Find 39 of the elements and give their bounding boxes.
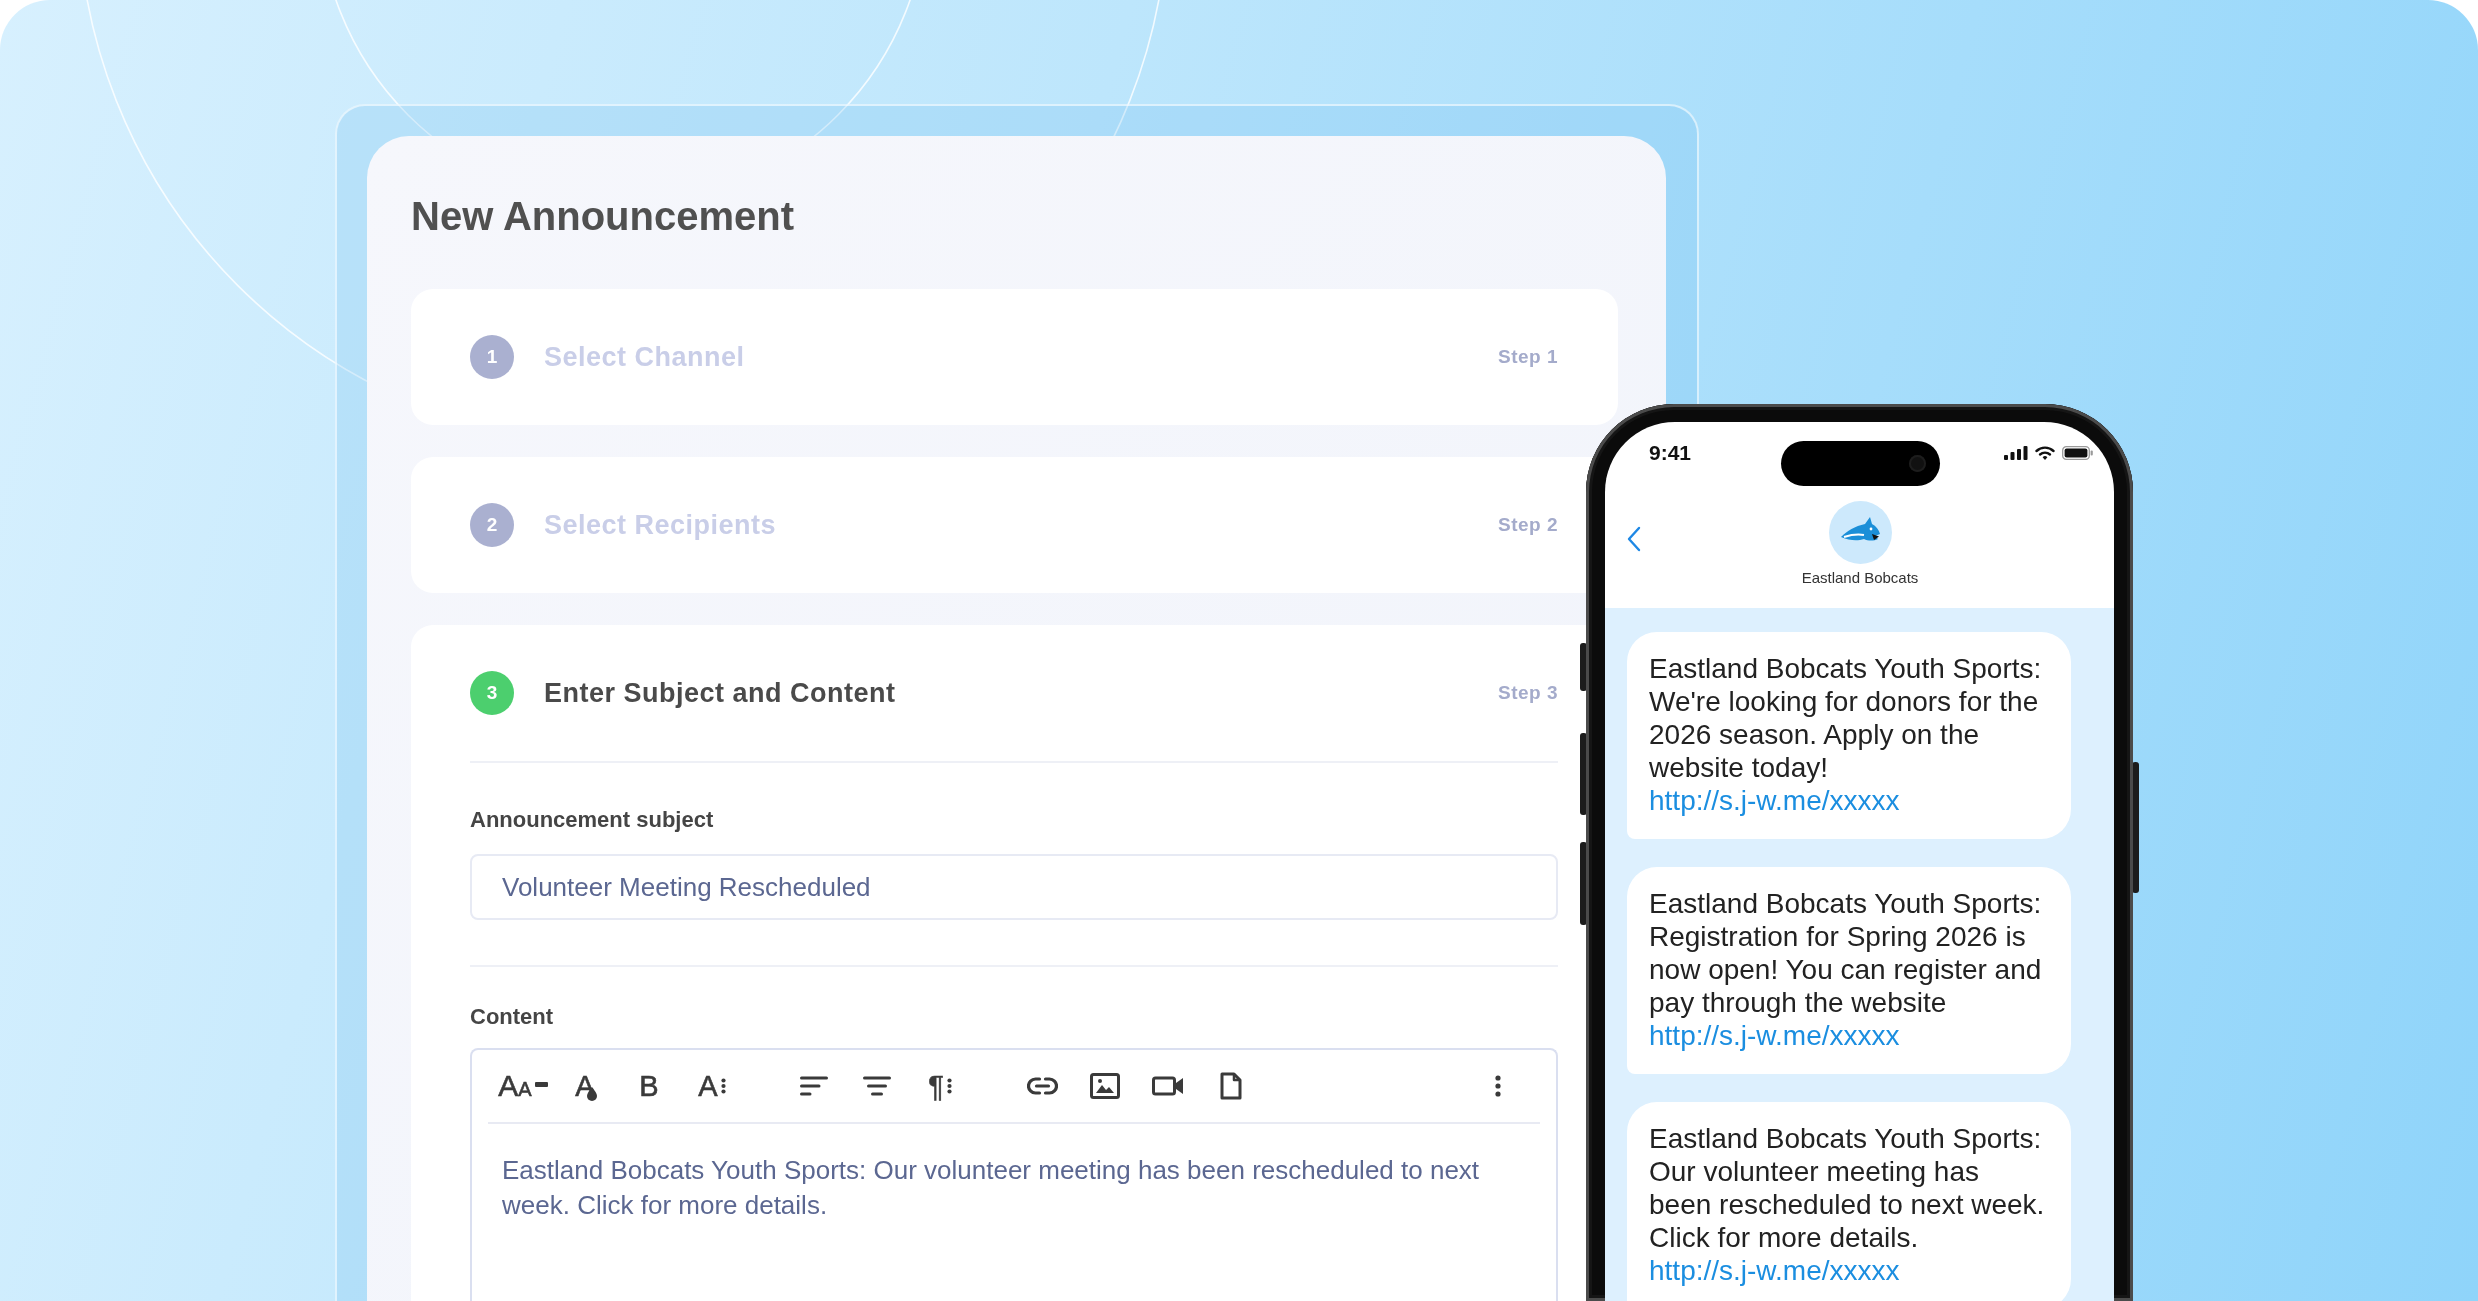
more-icon[interactable]: [1495, 1075, 1501, 1097]
signal-icon: [2004, 446, 2028, 460]
editor-text-area[interactable]: Eastland Bobcats Youth Sports: Our volunteer meeting has been rescheduled to next week. Click for more details.: [472, 1124, 1556, 1301]
step-title[interactable]: Enter Subject and Content: [544, 672, 896, 714]
message-link[interactable]: http://s.j-w.me/xxxxx: [1649, 1254, 1900, 1287]
step-label: Step 2: [1497, 512, 1558, 537]
bold-button[interactable]: B: [639, 1071, 659, 1101]
message-link[interactable]: http://s.j-w.me/xxxxx: [1649, 784, 1900, 817]
video-camera-icon[interactable]: [1152, 1075, 1184, 1097]
step-number: 1: [470, 335, 514, 379]
dash-icon: [534, 1082, 548, 1087]
field-label: Content: [470, 1004, 554, 1030]
contact-name: Eastland Bobcats: [1801, 569, 1919, 587]
dots-icon: [946, 1078, 952, 1094]
back-icon[interactable]: [1627, 526, 1641, 552]
paragraph-button[interactable]: ¶: [928, 1071, 952, 1101]
align-left-icon[interactable]: [800, 1075, 828, 1097]
file-icon[interactable]: [1220, 1072, 1242, 1100]
step-number: 3: [470, 671, 514, 715]
dots-icon: [720, 1078, 726, 1094]
link-icon[interactable]: [1026, 1077, 1058, 1095]
page-title: New Announcement: [411, 193, 794, 240]
battery-icon: [2062, 446, 2093, 460]
step-number: 2: [470, 503, 514, 547]
font-size-button[interactable]: AA: [498, 1071, 548, 1101]
message-text: Eastland Bobcats Youth Sports: Our volunteer meeting has been rescheduled to next week. Click for more details.: [1649, 1122, 2046, 1254]
step-label: Step 3: [1497, 680, 1558, 705]
avatar-icon[interactable]: [1828, 501, 1892, 564]
subject-input[interactable]: Volunteer Meeting Rescheduled: [470, 854, 1558, 920]
wifi-icon: [2035, 446, 2055, 460]
image-icon[interactable]: [1090, 1073, 1120, 1099]
message-link[interactable]: http://s.j-w.me/xxxxx: [1649, 1019, 1900, 1052]
message-text: Eastland Bobcats Youth Sports: Registration for Spring 2026 is now open! You can register and pay through the website: [1649, 887, 2043, 1019]
status-time: 9:41: [1649, 441, 1692, 465]
text-style-button[interactable]: A: [698, 1071, 726, 1101]
step-label: Step 1: [1497, 344, 1558, 369]
message-text: Eastland Bobcats Youth Sports: We're looking for donors for the 2026 season. Apply on the website today!: [1649, 652, 2043, 784]
field-label: Announcement subject: [470, 807, 714, 833]
align-center-icon[interactable]: [863, 1075, 891, 1097]
